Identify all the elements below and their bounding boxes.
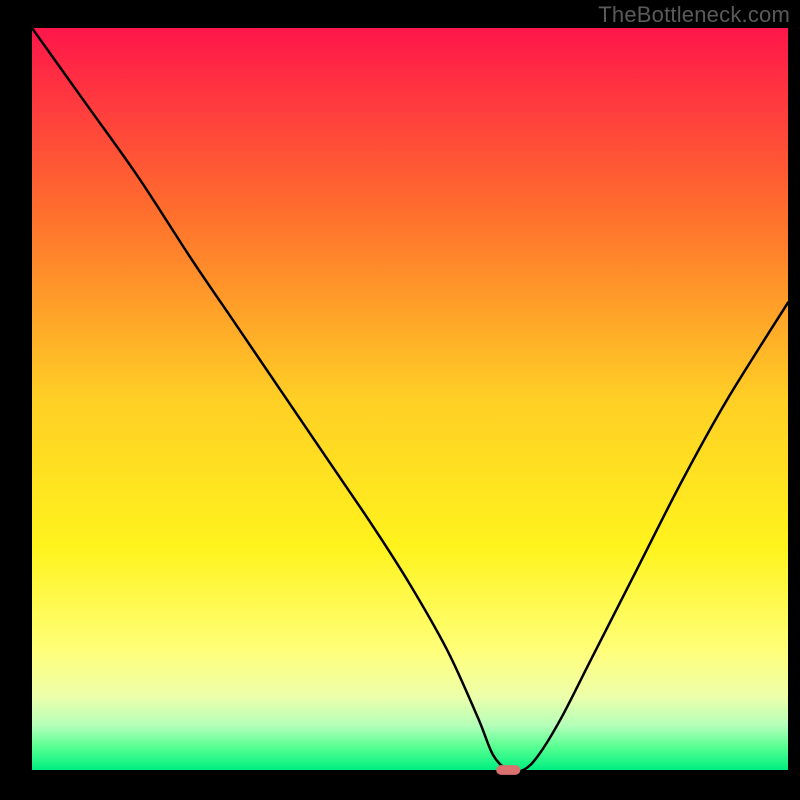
watermark-text: TheBottleneck.com (598, 2, 790, 28)
bottleneck-chart (0, 0, 800, 800)
plot-background (32, 28, 788, 770)
chart-container: TheBottleneck.com (0, 0, 800, 800)
optimal-marker (496, 765, 520, 775)
